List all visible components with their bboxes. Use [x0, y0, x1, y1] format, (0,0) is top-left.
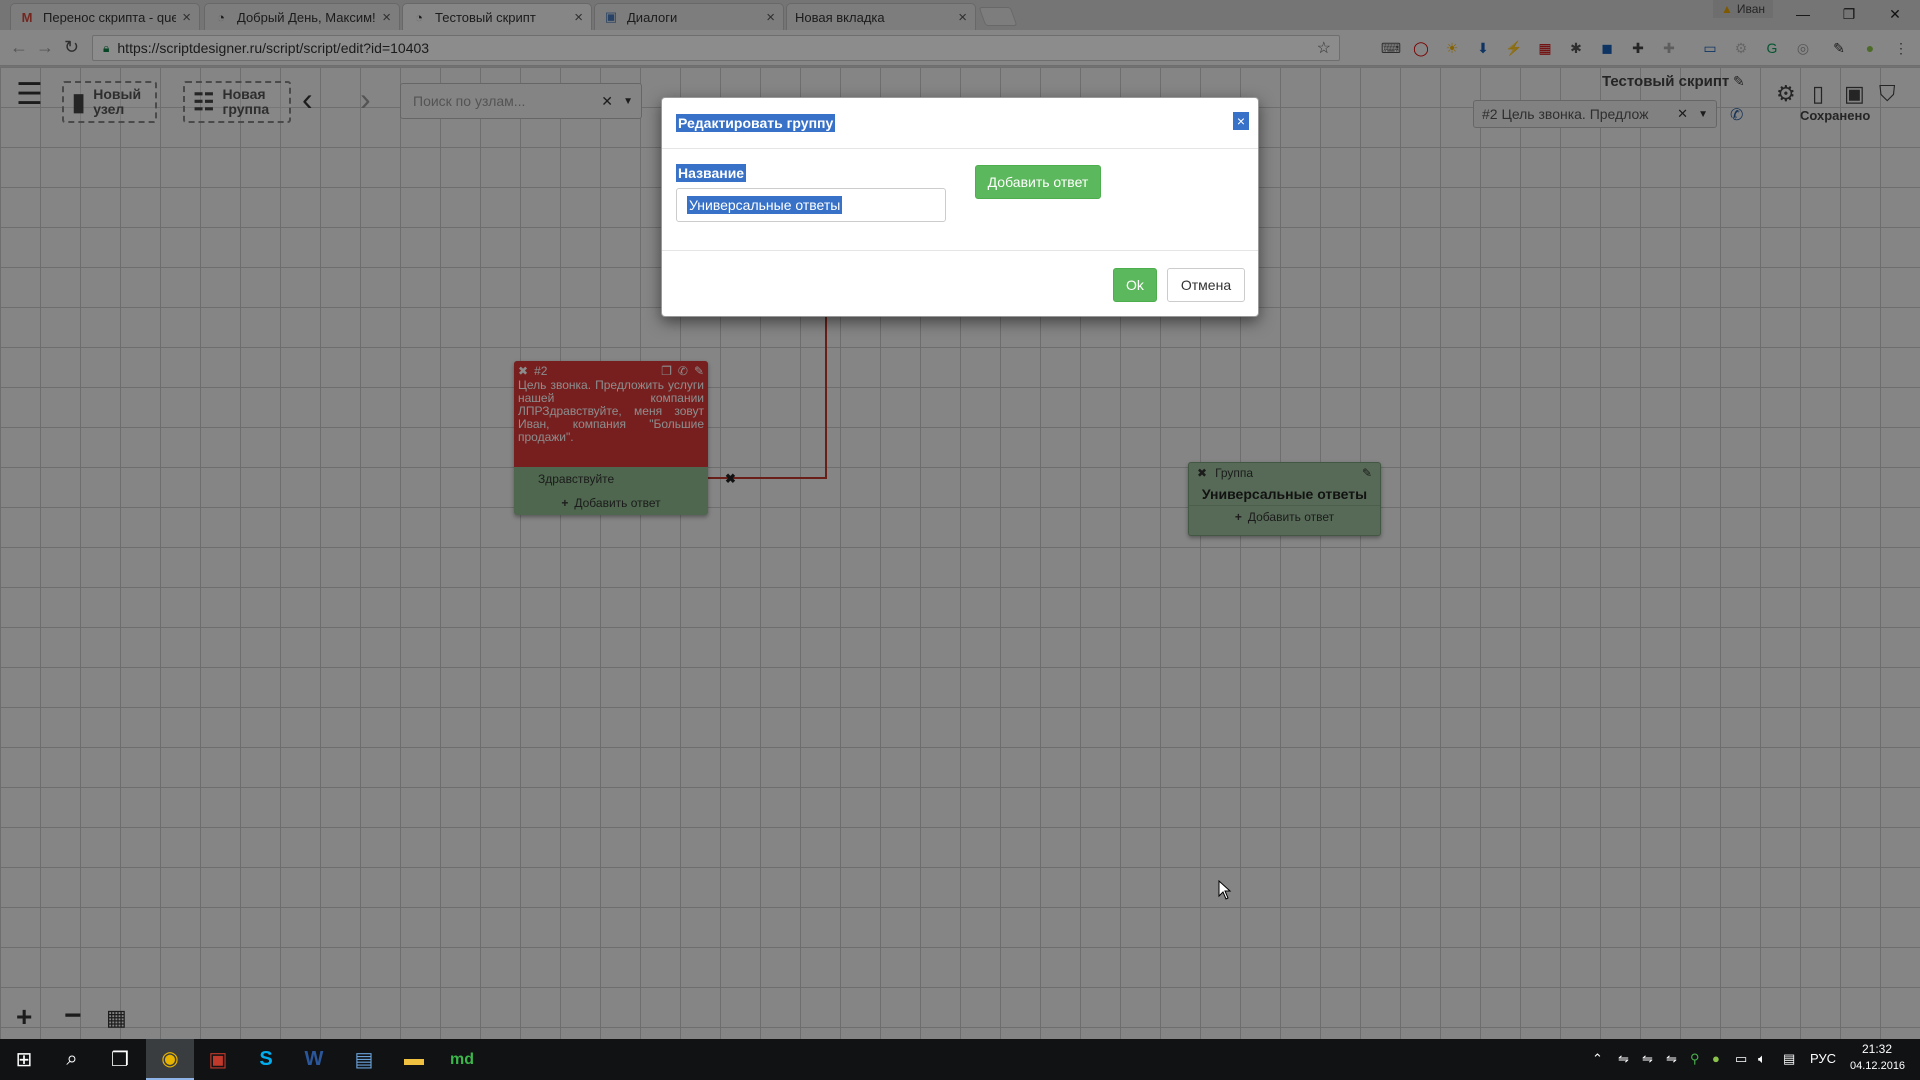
word-taskbar-icon[interactable]: W	[290, 1039, 338, 1080]
add-answer-button[interactable]: Добавить ответ	[975, 165, 1101, 199]
tray-chevron-icon[interactable]: ⌃	[1592, 1051, 1603, 1067]
network-icon[interactable]: ▭	[1735, 1051, 1747, 1067]
dialog-title: Редактировать группу	[676, 114, 836, 132]
app-taskbar-icon[interactable]: ▣	[194, 1039, 242, 1080]
group-name-input[interactable]: Универсальные ответы	[676, 188, 946, 222]
notification-icon[interactable]: ▤	[1783, 1051, 1795, 1067]
leaf-icon[interactable]: ●	[1712, 1051, 1720, 1066]
ok-button[interactable]: Ok	[1113, 268, 1157, 302]
close-icon[interactable]: ×	[1233, 112, 1249, 130]
dialog-body: Название Универсальные ответы Добавить о…	[662, 149, 1258, 251]
volume-icon[interactable]: 🔈︎	[1758, 1051, 1766, 1067]
name-label: Название	[676, 164, 747, 182]
group-name-value: Универсальные ответы	[687, 196, 843, 214]
network-usb-icon[interactable]: ⇋	[1618, 1051, 1629, 1067]
cancel-button[interactable]: Отмена	[1167, 268, 1245, 302]
skype-taskbar-icon[interactable]: S	[242, 1039, 290, 1080]
plug-icon[interactable]: ⚲	[1690, 1051, 1700, 1067]
windows-start-icon[interactable]: ⊞	[0, 1039, 48, 1080]
task-view-icon[interactable]: ❐	[96, 1039, 144, 1080]
chrome-taskbar-icon[interactable]: ◉	[146, 1039, 194, 1080]
dialog-header: Редактировать группу ×	[662, 98, 1258, 149]
language-indicator[interactable]: РУС	[1810, 1051, 1836, 1066]
clock-date: 04.12.2016	[1850, 1060, 1906, 1072]
edit-group-dialog: Редактировать группу × Название Универса…	[661, 97, 1259, 317]
clock-time: 21:32	[1862, 1042, 1893, 1056]
explorer-taskbar-icon[interactable]: ▬	[390, 1039, 438, 1080]
usb-icon[interactable]: ⇋	[1642, 1051, 1653, 1067]
search-icon[interactable]: ⌕	[48, 1039, 96, 1080]
md-taskbar-icon[interactable]: md	[438, 1039, 486, 1080]
photos-taskbar-icon[interactable]: ▤	[340, 1039, 388, 1080]
usb2-icon[interactable]: ⇋	[1666, 1051, 1677, 1067]
mouse-cursor-icon	[1218, 880, 1232, 900]
windows-taskbar: ⊞ ⌕ ❐ ◉ ▣ S W ▤ ▬ md ⌃ ⇋ ⇋ ⇋ ⚲ ● ▭ 🔈︎ ▤ …	[0, 1039, 1920, 1080]
